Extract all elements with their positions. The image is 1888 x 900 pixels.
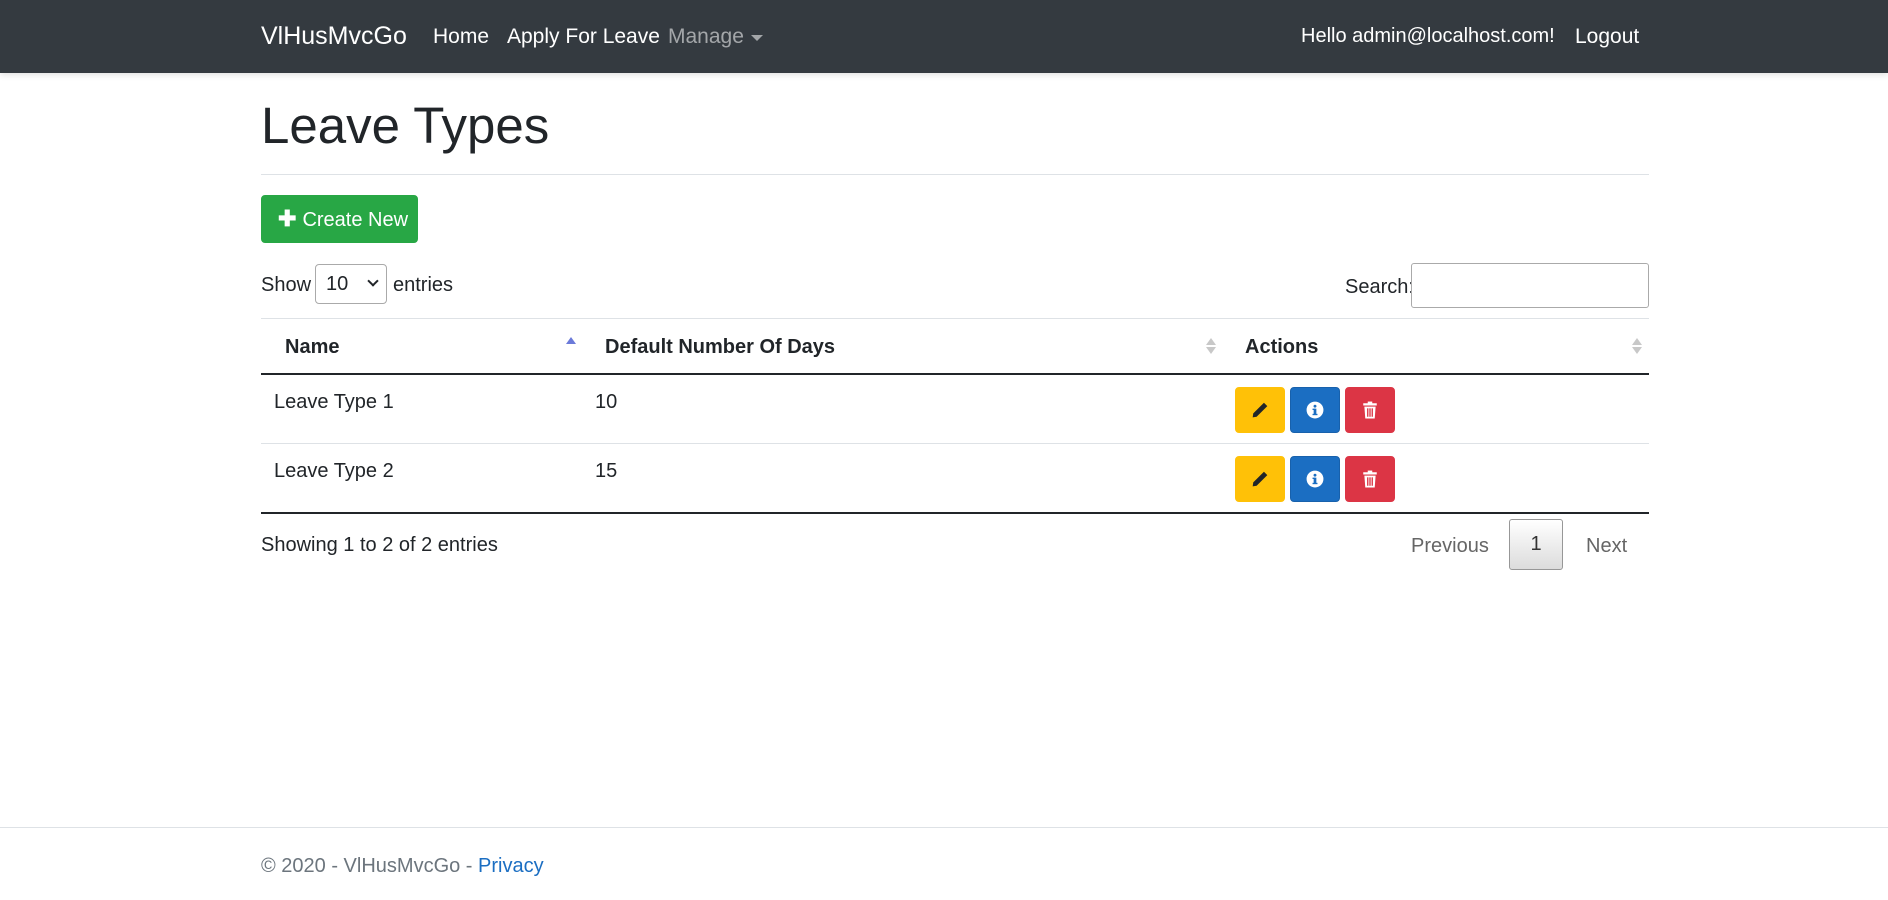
info-icon: [1306, 401, 1324, 419]
delete-button[interactable]: [1345, 387, 1395, 433]
logout-button[interactable]: Logout: [1575, 25, 1639, 49]
cell-default-days: 10: [595, 391, 618, 413]
details-button[interactable]: [1290, 456, 1340, 502]
brand-link[interactable]: VlHusMvcGo: [261, 22, 407, 51]
privacy-link[interactable]: Privacy: [478, 855, 544, 877]
pencil-icon: [1252, 402, 1268, 418]
trash-icon: [1363, 401, 1377, 419]
sort-down-icon: [1632, 347, 1642, 354]
details-button[interactable]: [1290, 387, 1340, 433]
delete-button[interactable]: [1345, 456, 1395, 502]
title-divider: [261, 174, 1649, 175]
column-header-default-days[interactable]: Default Number Of Days: [605, 336, 835, 359]
cell-name: Leave Type 2: [274, 460, 394, 482]
nav-apply-for-leave[interactable]: Apply For Leave: [507, 25, 660, 49]
chevron-down-icon[interactable]: [751, 35, 763, 41]
search-input[interactable]: [1411, 263, 1649, 308]
entries-label: entries: [393, 274, 454, 296]
column-header-name[interactable]: Name: [285, 336, 339, 359]
table-header-border: [261, 373, 1649, 375]
footer-divider: [0, 827, 1888, 828]
cell-default-days: 15: [595, 460, 618, 482]
search-label: Search:: [1345, 276, 1414, 298]
sort-up-icon: [1206, 338, 1216, 345]
nav-home[interactable]: Home: [433, 25, 489, 49]
footer-copyright: © 2020 - VlHusMvcGo -: [261, 855, 479, 877]
nav-manage-dropdown[interactable]: Manage: [668, 25, 744, 49]
sort-down-icon: [1206, 347, 1216, 354]
create-new-label: Create New: [302, 209, 409, 231]
pagination-page-1[interactable]: 1: [1509, 519, 1563, 570]
table-bottom-border: [261, 512, 1649, 514]
user-greeting[interactable]: Hello admin@localhost.com!: [1301, 25, 1555, 48]
page-length-value: 10: [326, 273, 349, 295]
trash-icon: [1363, 470, 1377, 488]
table-top-border: [261, 318, 1649, 319]
chevron-down-icon: [367, 275, 379, 287]
pencil-icon: [1252, 471, 1268, 487]
row-divider: [261, 443, 1649, 444]
footer: © 2020 - VlHusMvcGo - Privacy: [261, 855, 544, 878]
show-label: Show: [261, 274, 312, 296]
info-icon: [1306, 470, 1324, 488]
page-title: Leave Types: [261, 97, 550, 154]
create-new-button[interactable]: ✚ Create New: [261, 195, 418, 243]
column-header-actions[interactable]: Actions: [1245, 336, 1318, 359]
pagination-next[interactable]: Next: [1586, 535, 1627, 558]
sort-up-icon: [1632, 338, 1642, 345]
pagination-previous[interactable]: Previous: [1411, 535, 1489, 558]
top-navbar: VlHusMvcGo Home Apply For Leave Manage H…: [0, 0, 1888, 73]
page-length-select[interactable]: 10: [315, 264, 387, 304]
plus-icon: ✚: [278, 206, 297, 231]
table-info-text: Showing 1 to 2 of 2 entries: [261, 534, 498, 556]
edit-button[interactable]: [1235, 387, 1285, 433]
cell-name: Leave Type 1: [274, 391, 394, 413]
edit-button[interactable]: [1235, 456, 1285, 502]
sort-ascending-icon: [566, 337, 576, 344]
